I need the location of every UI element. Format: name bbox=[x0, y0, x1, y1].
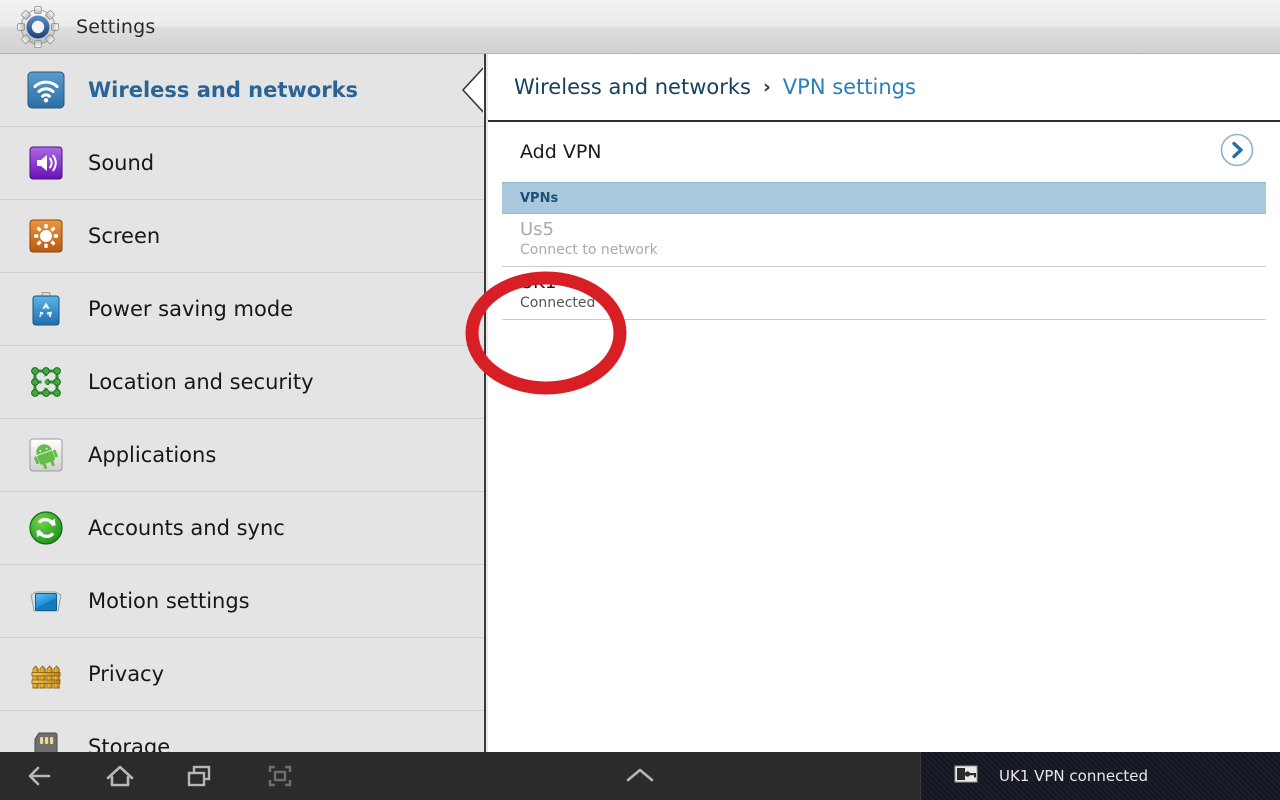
recent-apps-icon[interactable] bbox=[160, 752, 240, 800]
fence-icon bbox=[26, 654, 66, 694]
sidebar-item-label: Power saving mode bbox=[88, 297, 294, 321]
status-tray[interactable]: UK1 VPN connected bbox=[920, 752, 1280, 800]
sidebar-item-wireless-and-networks[interactable]: Wireless and networks bbox=[0, 54, 484, 127]
vpn-status: Connected bbox=[520, 294, 596, 311]
chevron-up-icon[interactable] bbox=[608, 752, 672, 800]
sync-refresh-icon bbox=[26, 508, 66, 548]
sidebar-item-power-saving-mode[interactable]: Power saving mode bbox=[0, 273, 484, 346]
sidebar-item-sound[interactable]: Sound bbox=[0, 127, 484, 200]
brightness-icon bbox=[26, 216, 66, 256]
list-item[interactable]: Us5 Connect to network bbox=[502, 214, 1266, 267]
back-button[interactable] bbox=[0, 752, 80, 800]
settings-gear-icon bbox=[16, 5, 60, 49]
breadcrumb-current: VPN settings bbox=[782, 75, 916, 99]
sidebar-item-privacy[interactable]: Privacy bbox=[0, 638, 484, 711]
sidebar-item-label: Sound bbox=[88, 151, 155, 175]
sidebar-item-label: Wireless and networks bbox=[88, 78, 359, 102]
vpn-settings-panel: Wireless and networks › VPN settings Add… bbox=[488, 54, 1280, 752]
location-grid-icon bbox=[26, 362, 66, 402]
sidebar-item-label: Storage bbox=[88, 735, 171, 752]
sidebar-item-label: Accounts and sync bbox=[88, 516, 285, 540]
nav-buttons-group bbox=[0, 752, 320, 800]
add-vpn-row[interactable]: Add VPN bbox=[488, 122, 1280, 182]
add-vpn-label: Add VPN bbox=[520, 141, 602, 163]
sidebar-item-label: Screen bbox=[88, 224, 161, 248]
vpn-status: Connect to network bbox=[520, 241, 658, 258]
wifi-icon bbox=[26, 70, 66, 110]
page-title: Settings bbox=[76, 15, 156, 38]
sidebar-item-storage[interactable]: Storage bbox=[0, 711, 484, 752]
section-header-vpns: VPNs bbox=[502, 182, 1266, 214]
sidebar-item-applications[interactable]: Applications bbox=[0, 419, 484, 492]
sidebar-item-motion-settings[interactable]: Motion settings bbox=[0, 565, 484, 638]
home-button[interactable] bbox=[80, 752, 160, 800]
screen-capture-icon[interactable] bbox=[240, 752, 320, 800]
section-header-label: VPNs bbox=[520, 190, 559, 206]
sidebar-item-label: Motion settings bbox=[88, 589, 250, 613]
breadcrumb: Wireless and networks › VPN settings bbox=[488, 54, 1280, 122]
sidebar-item-screen[interactable]: Screen bbox=[0, 200, 484, 273]
settings-sidebar[interactable]: Wireless and networks Sound Screen Power… bbox=[0, 54, 486, 752]
recycle-battery-icon bbox=[26, 289, 66, 329]
vpn-key-icon bbox=[953, 761, 979, 791]
motion-tablet-icon bbox=[26, 581, 66, 621]
android-robot-icon bbox=[26, 435, 66, 475]
vpn-name: UK1 bbox=[520, 272, 557, 294]
status-text: UK1 VPN connected bbox=[999, 767, 1148, 785]
sidebar-item-label: Applications bbox=[88, 443, 217, 467]
sidebar-item-label: Location and security bbox=[88, 370, 314, 394]
speaker-icon bbox=[26, 143, 66, 183]
sidebar-item-location-and-security[interactable]: Location and security bbox=[0, 346, 484, 419]
vpn-name: Us5 bbox=[520, 219, 555, 241]
list-item[interactable]: UK1 Connected bbox=[502, 267, 1266, 320]
selection-notch-icon bbox=[461, 65, 484, 115]
chevron-right-circle-icon[interactable] bbox=[1220, 133, 1254, 171]
sdcard-icon bbox=[26, 727, 66, 752]
sidebar-item-label: Privacy bbox=[88, 662, 165, 686]
sidebar-item-accounts-and-sync[interactable]: Accounts and sync bbox=[0, 492, 484, 565]
chevron-right-icon: › bbox=[762, 76, 771, 98]
app-title-bar: Settings bbox=[0, 0, 1280, 54]
screen-root: Settings Wireless and networks Sound Scr… bbox=[0, 0, 1280, 800]
breadcrumb-parent[interactable]: Wireless and networks bbox=[514, 75, 751, 99]
system-navigation-bar: UK1 VPN connected bbox=[0, 752, 1280, 800]
